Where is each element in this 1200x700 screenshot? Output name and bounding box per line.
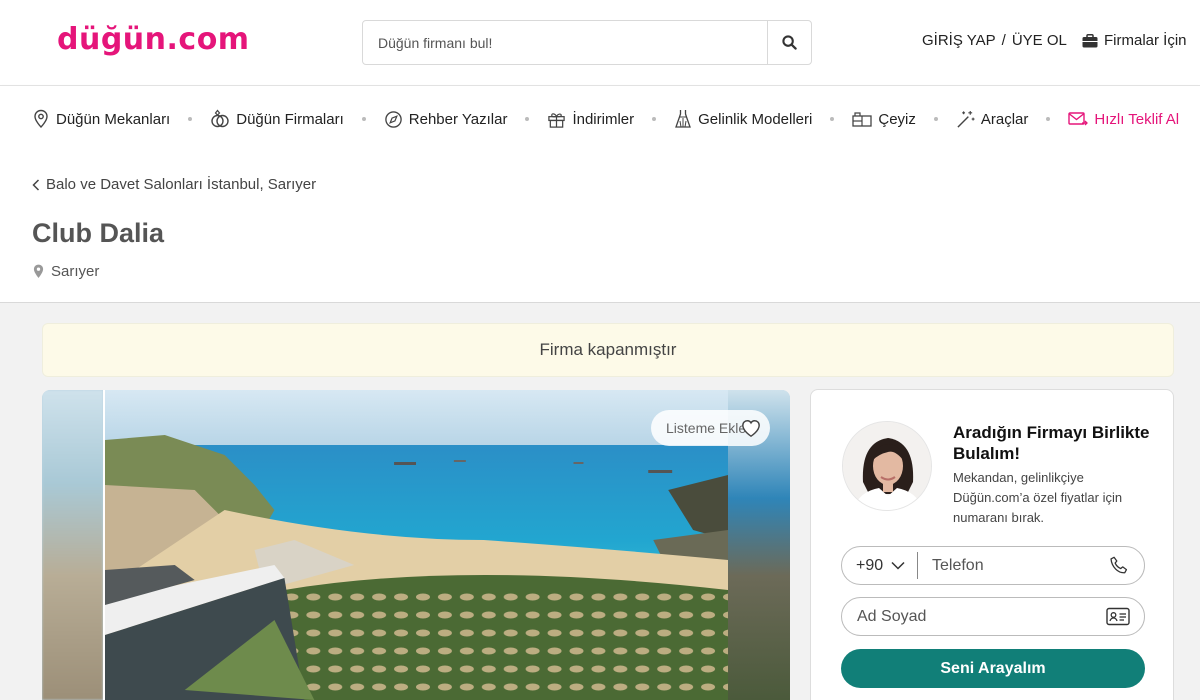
header: düğün.com GİRİŞ YAP / ÜYE OL Firmalar İç… <box>0 0 1200 86</box>
phone-icon <box>1110 556 1128 574</box>
briefcase-icon <box>1082 33 1098 47</box>
nav-item-quick-quote[interactable]: Hızlı Teklif Al <box>1068 111 1179 128</box>
nav-separator <box>188 117 193 121</box>
gift-icon <box>548 112 566 128</box>
location-label: Sarıyer <box>51 263 100 280</box>
for-business-label: Firmalar İçin <box>1104 32 1187 49</box>
location-pin-icon <box>34 109 48 129</box>
page-title: Club Dalia <box>32 218 165 248</box>
lead-form-description: Mekandan, gelinlikçiye Düğün.com’a özel … <box>953 470 1123 525</box>
nav-label: Çeyiz <box>878 110 916 128</box>
gallery-prev-photo[interactable] <box>42 390 103 700</box>
advisor-avatar <box>842 421 932 511</box>
breadcrumb-label: Balo ve Davet Salonları İstanbul, Sarıye… <box>46 176 317 193</box>
nav-label: Gelinlik Modelleri <box>698 110 813 128</box>
dress-icon <box>675 110 692 128</box>
call-me-button[interactable]: Seni Arayalım <box>841 649 1145 688</box>
register-link[interactable]: ÜYE OL <box>1012 32 1067 49</box>
login-link[interactable]: GİRİŞ YAP <box>922 32 996 49</box>
location-pin-icon <box>33 264 44 278</box>
nav-item-tools[interactable]: Araçlar <box>956 110 1029 129</box>
chevron-left-icon <box>32 178 40 191</box>
add-to-list-label: Listeme Ekle <box>666 420 747 436</box>
auth-separator: / <box>1001 32 1006 49</box>
venue-location: Sarıyer <box>33 263 99 280</box>
nav-label: Düğün Firmaları <box>236 110 344 128</box>
country-code-value: +90 <box>856 556 884 574</box>
lead-form-title: Aradığın Firmayı Birlikte Bulalım! <box>953 423 1150 463</box>
lead-form-card: Aradığın Firmayı Birlikte Bulalım! Mekan… <box>810 389 1174 700</box>
nav-separator <box>652 117 657 121</box>
title-section: Balo ve Davet Salonları İstanbul, Sarıye… <box>0 152 1200 303</box>
nav-item-discounts[interactable]: İndirimler <box>547 110 634 129</box>
gallery-main-photo[interactable] <box>103 390 728 700</box>
mail-send-icon <box>1068 112 1089 126</box>
phone-input[interactable] <box>932 556 1102 575</box>
furniture-icon <box>852 111 873 127</box>
country-code-select[interactable]: +90 <box>842 552 918 579</box>
nav-item-venues[interactable]: Düğün Mekanları <box>32 109 170 129</box>
search-icon <box>782 35 797 50</box>
chevron-down-icon <box>891 561 905 570</box>
nav-label: Araçlar <box>980 110 1029 128</box>
nav-item-guides[interactable]: Rehber Yazılar <box>384 110 508 129</box>
nav-label: İndirimler <box>572 110 635 128</box>
nav-label: Düğün Mekanları <box>56 110 171 128</box>
nav-label: Rehber Yazılar <box>408 110 508 128</box>
nav-item-dowry[interactable]: Çeyiz <box>852 111 916 128</box>
nav-item-wedding-dresses[interactable]: Gelinlik Modelleri <box>674 109 812 129</box>
nav-item-vendors[interactable]: Düğün Firmaları <box>210 109 344 129</box>
nav-label: Hızlı Teklif Al <box>1094 110 1180 128</box>
for-business-link[interactable]: Firmalar İçin <box>1082 32 1187 49</box>
id-card-icon <box>1106 607 1130 626</box>
closed-notice: Firma kapanmıştır <box>42 323 1174 377</box>
name-input[interactable] <box>857 607 1097 626</box>
advisor-photo <box>843 422 931 510</box>
search-button[interactable] <box>767 21 811 64</box>
nav-separator <box>361 117 366 121</box>
heart-icon <box>742 419 760 438</box>
logo[interactable]: düğün.com <box>57 22 250 57</box>
search-box <box>362 20 812 65</box>
breadcrumb[interactable]: Balo ve Davet Salonları İstanbul, Sarıye… <box>32 176 316 193</box>
nav-separator <box>933 117 938 121</box>
add-to-list-button[interactable]: Listeme Ekle <box>651 410 770 446</box>
nav-separator <box>1046 117 1051 121</box>
magic-wand-icon <box>957 110 975 128</box>
search-input[interactable] <box>363 21 768 64</box>
rings-icon <box>211 109 229 128</box>
nav-separator <box>525 117 530 121</box>
auth-links: GİRİŞ YAP / ÜYE OL <box>922 32 1067 49</box>
main-nav: Düğün Mekanları Düğün Firmaları Rehber Y… <box>0 86 1200 152</box>
nav-separator <box>830 117 835 121</box>
name-field <box>841 597 1145 636</box>
compass-icon <box>385 110 402 128</box>
phone-field: +90 <box>841 546 1145 585</box>
